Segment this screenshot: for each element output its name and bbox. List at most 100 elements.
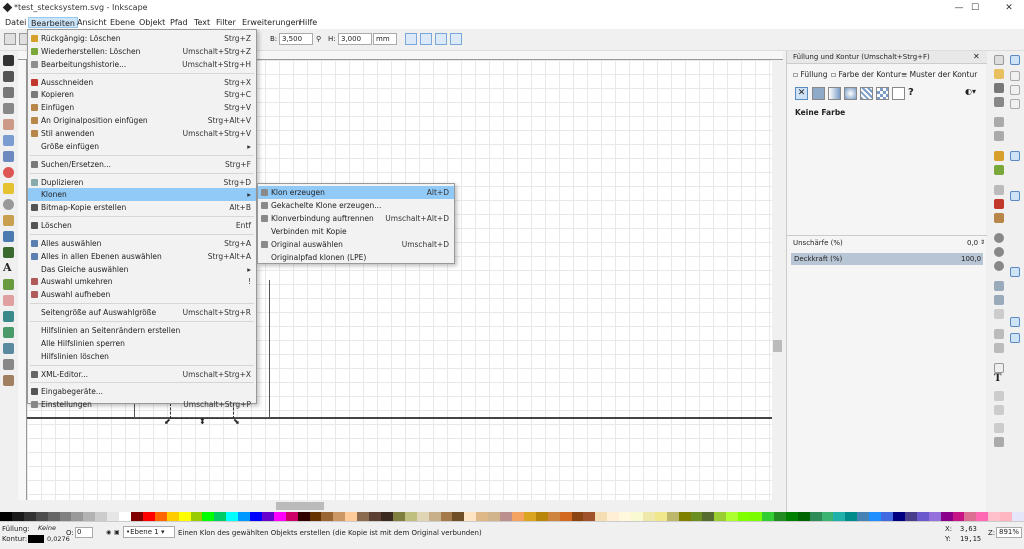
- palette-swatch[interactable]: [261, 512, 274, 521]
- move-gradients-icon[interactable]: [435, 33, 447, 45]
- palette-swatch[interactable]: [1000, 512, 1013, 521]
- palette-swatch[interactable]: [738, 512, 751, 521]
- linear-gradient-button[interactable]: [828, 87, 841, 100]
- spray-tool-icon[interactable]: [3, 279, 14, 290]
- duplicate-icon[interactable]: [994, 281, 1004, 291]
- palette-swatch[interactable]: [535, 512, 548, 521]
- palette-swatch[interactable]: [95, 512, 108, 521]
- open-icon[interactable]: [994, 69, 1004, 79]
- snap-toggle-icon[interactable]: [1010, 55, 1020, 65]
- palette-swatch[interactable]: [833, 512, 846, 521]
- zoom-input[interactable]: 891%: [996, 527, 1022, 538]
- palette-swatch[interactable]: [631, 512, 643, 521]
- palette-swatch[interactable]: [762, 512, 774, 521]
- menu-item-alles-in-allen-ebenen-auswa-hlen[interactable]: Alles in allen Ebenen auswählen Strg+Alt+…: [28, 250, 256, 263]
- palette-swatch[interactable]: [71, 512, 84, 521]
- new-document-icon[interactable]: [994, 55, 1004, 65]
- palette-swatch[interactable]: [702, 512, 715, 521]
- horizontal-scroll-thumb[interactable]: [276, 502, 324, 510]
- menu-item-eingabegera-te[interactable]: Eingabegeräte...: [28, 385, 256, 398]
- palette-swatch[interactable]: [452, 512, 465, 521]
- width-input[interactable]: 3,500: [279, 33, 313, 45]
- palette-swatch[interactable]: [392, 512, 405, 521]
- palette-swatch[interactable]: [559, 512, 572, 521]
- palette-swatch[interactable]: [214, 512, 227, 521]
- palette-swatch[interactable]: [642, 512, 655, 521]
- submenu-item-klon-erzeugen[interactable]: Klon erzeugen Alt+D: [258, 186, 454, 199]
- menu-item-an-originalposition-einfu-gen[interactable]: An Originalposition einfügen Strg+Alt+V: [28, 114, 256, 127]
- palette-swatch[interactable]: [607, 512, 620, 521]
- blur-value[interactable]: 0,0: [967, 239, 978, 247]
- palette-swatch[interactable]: [928, 512, 941, 521]
- snap-grid-icon[interactable]: [1010, 333, 1020, 343]
- menu-item-einfu-gen[interactable]: Einfügen Strg+V: [28, 101, 256, 114]
- export-icon[interactable]: [994, 131, 1004, 141]
- connector-tool-icon[interactable]: [3, 375, 14, 386]
- no-paint-button[interactable]: ✕: [795, 87, 808, 100]
- palette-swatch[interactable]: [547, 512, 560, 521]
- palette-swatch[interactable]: [869, 512, 882, 521]
- print-icon[interactable]: [994, 97, 1004, 107]
- palette-swatch[interactable]: [428, 512, 441, 521]
- ungroup-icon[interactable]: [994, 343, 1004, 353]
- menu-objekt[interactable]: Objekt: [137, 17, 167, 28]
- menu-item-stil-anwenden[interactable]: Stil anwenden Umschalt+Strg+V: [28, 127, 256, 140]
- palette-swatch[interactable]: [404, 512, 417, 521]
- text-font-icon[interactable]: T: [994, 373, 1004, 384]
- rect-tool-icon[interactable]: [3, 135, 14, 146]
- bucket-tool-icon[interactable]: [3, 311, 14, 322]
- paste-icon[interactable]: [994, 213, 1004, 223]
- lock-icon[interactable]: ⚲: [316, 35, 321, 43]
- menu-item-hilfslinien-lo-schen[interactable]: Hilfslinien löschen: [28, 350, 256, 363]
- menu-item-auswahl-umkehren[interactable]: Auswahl umkehren!: [28, 275, 256, 288]
- pencil-tool-icon[interactable]: [3, 215, 14, 226]
- menu-pfad[interactable]: Pfad: [168, 17, 190, 28]
- node-tool-icon[interactable]: [3, 71, 14, 82]
- select-tool-icon[interactable]: [3, 55, 14, 66]
- unit-select[interactable]: mm: [373, 33, 397, 45]
- palette-swatch[interactable]: [226, 512, 239, 521]
- ellipse-tool-icon[interactable]: [3, 167, 14, 178]
- snap-page-icon[interactable]: [1010, 317, 1020, 327]
- palette-swatch[interactable]: [333, 512, 346, 521]
- palette-swatch[interactable]: [464, 512, 477, 521]
- pen-tool-icon[interactable]: [3, 231, 14, 242]
- clone-icon[interactable]: [994, 295, 1004, 305]
- select-all-icon[interactable]: [4, 33, 16, 45]
- menu-item-xml-editor[interactable]: XML-Editor... Umschalt+Strg+X: [28, 368, 256, 381]
- menu-item-duplizieren[interactable]: Duplizieren Strg+D: [28, 176, 256, 189]
- resize-handle-icon[interactable]: ⬊: [233, 417, 240, 426]
- import-icon[interactable]: [994, 117, 1004, 127]
- color-palette[interactable]: [0, 512, 1024, 521]
- palette-swatch[interactable]: [964, 512, 977, 521]
- palette-swatch[interactable]: [273, 512, 286, 521]
- palette-swatch[interactable]: [345, 512, 358, 521]
- mesh-tool-icon[interactable]: [3, 343, 14, 354]
- calligraphy-tool-icon[interactable]: [3, 247, 14, 258]
- palette-swatch[interactable]: [821, 512, 834, 521]
- menu-datei[interactable]: Datei: [3, 17, 28, 28]
- submenu-item-verbinden-mit-kopie[interactable]: Verbinden mit Kopie: [258, 225, 454, 238]
- height-input[interactable]: 3,000: [338, 33, 372, 45]
- palette-swatch[interactable]: [809, 512, 822, 521]
- layer-visibility-icon[interactable]: ◉: [106, 529, 111, 536]
- palette-swatch[interactable]: [952, 512, 965, 521]
- fill-stroke-icon[interactable]: [994, 363, 1004, 373]
- submenu-item-originalpfad-klonen-lpe[interactable]: Originalpfad klonen (LPE): [258, 251, 454, 264]
- palette-swatch[interactable]: [35, 512, 48, 521]
- palette-swatch[interactable]: [416, 512, 429, 521]
- palette-swatch[interactable]: [750, 512, 762, 521]
- palette-swatch[interactable]: [440, 512, 453, 521]
- menu-item-wiederherstellen-lo-schen[interactable]: Wiederherstellen: Löschen Umschalt+Strg+Z: [28, 45, 256, 58]
- palette-swatch[interactable]: [285, 512, 298, 521]
- palette-swatch[interactable]: [154, 512, 167, 521]
- menu-ebene[interactable]: Ebene: [108, 17, 137, 28]
- menu-item-lo-schen[interactable]: Löschen Entf: [28, 219, 256, 232]
- palette-swatch[interactable]: [369, 512, 381, 521]
- mesh-gradient-button[interactable]: [860, 87, 873, 100]
- palette-swatch[interactable]: [678, 512, 691, 521]
- measure-tool-icon[interactable]: [3, 119, 14, 130]
- snap-midpoints-icon[interactable]: [1010, 267, 1020, 277]
- layer-select[interactable]: •Ebene 1 ▾: [123, 526, 175, 538]
- vertical-scroll-thumb[interactable]: [773, 340, 782, 352]
